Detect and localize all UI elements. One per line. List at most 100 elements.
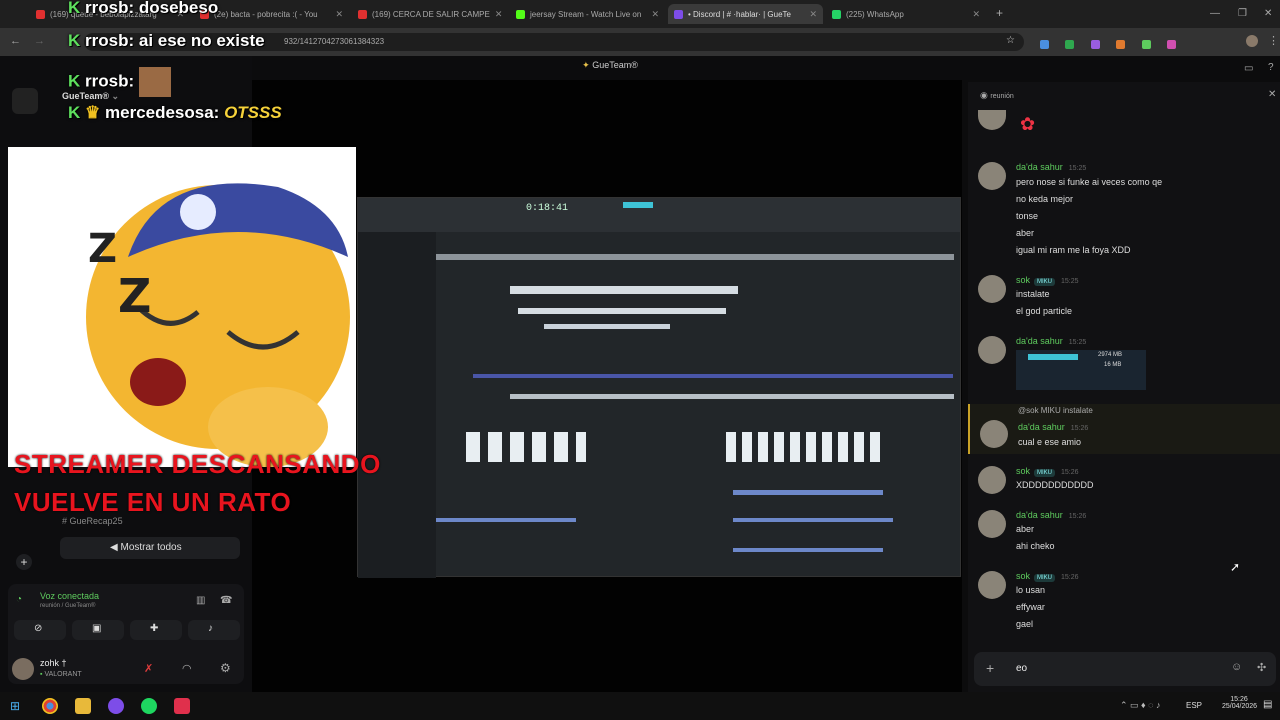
extension-icon[interactable] — [1167, 40, 1177, 49]
user-avatar[interactable] — [12, 658, 34, 680]
emoji-icon[interactable]: ☺ — [1231, 661, 1242, 673]
help-icon[interactable]: ? — [1268, 62, 1274, 73]
show-all-button[interactable]: ◀ Mostrar todos — [60, 537, 240, 559]
windows-start-icon[interactable]: ⊞ — [10, 699, 20, 713]
extension-icon[interactable] — [1090, 40, 1100, 49]
message-author[interactable]: sok MIKU 15:26 — [1016, 571, 1079, 582]
browser-tab[interactable]: (169) CERCA DE SALIR CAMPE ✕ — [352, 4, 507, 24]
message-time: 15:26 — [1068, 513, 1087, 520]
message-author[interactable]: da'da sahur 15:25 — [1016, 162, 1086, 172]
close-chat-icon[interactable]: ✕ — [1268, 89, 1276, 100]
close-tab-icon[interactable]: ✕ — [809, 9, 817, 20]
avatar[interactable] — [978, 336, 1006, 364]
daw-timer: 0:18:41 — [526, 203, 569, 214]
daw-clip — [733, 548, 883, 552]
close-tab-icon[interactable]: ✕ — [335, 9, 343, 20]
reply-reference[interactable]: @sok MIKU instalate — [1018, 406, 1093, 415]
message-author[interactable]: da'da sahur 15:26 — [1016, 510, 1086, 520]
tab-label: jeersay Stream - Watch Live on — [530, 9, 642, 19]
daw-clip — [733, 490, 883, 495]
avatar[interactable] — [978, 466, 1006, 494]
notification-icon[interactable]: ▤ — [1263, 699, 1272, 710]
author-name: sok — [1016, 275, 1031, 285]
clock-time: 15:26 — [1230, 696, 1248, 703]
minimize-icon[interactable]: — — [1210, 8, 1220, 19]
emote-image — [138, 67, 171, 97]
attach-plus-icon[interactable]: + — [986, 660, 994, 676]
role-tag: MIKU — [1034, 469, 1056, 477]
tray-icons[interactable]: ⌃ ▭ ♦ ◌ ♪ — [1120, 700, 1161, 711]
close-window-icon[interactable]: ✕ — [1264, 8, 1272, 19]
headphones-icon[interactable]: ◠ — [182, 662, 192, 675]
bookmark-star-icon[interactable]: ☆ — [1006, 35, 1015, 46]
app-taskbar-icon[interactable] — [174, 698, 190, 714]
apps-icon[interactable]: ✣ — [1257, 661, 1266, 674]
message-author[interactable]: sok MIKU 15:26 — [1016, 466, 1079, 477]
screen-share-view[interactable]: 0:18:41 — [357, 197, 961, 578]
overlay-chat-line: K ♛ mercedesosa: OTSSS — [68, 103, 282, 123]
noise-icon[interactable]: ▥ — [196, 595, 205, 606]
activities-button[interactable]: ✚ — [130, 620, 182, 640]
chat-message: sok MIKU 15:26 lo usan effywar gael — [968, 569, 1280, 637]
sticker-image: ✿ — [1020, 114, 1036, 134]
discord-taskbar-icon[interactable] — [108, 698, 124, 714]
daw-clip-strip — [436, 254, 954, 260]
add-server-icon[interactable]: + — [16, 554, 32, 570]
browser-tab[interactable]: jeersay Stream - Watch Live on ✕ — [510, 4, 665, 24]
language-indicator[interactable]: ESP — [1186, 701, 1202, 710]
settings-gear-icon[interactable]: ⚙ — [220, 661, 231, 675]
daw-clip — [436, 518, 576, 522]
extension-icon[interactable] — [1116, 40, 1126, 49]
extension-icon[interactable] — [1141, 40, 1151, 49]
user-name: zohk † — [40, 658, 67, 668]
avatar[interactable] — [978, 275, 1006, 303]
explorer-taskbar-icon[interactable] — [75, 698, 91, 714]
overlay-chat-line: K rrosb: ai ese no existe — [68, 31, 265, 51]
profile-avatar[interactable] — [1246, 35, 1258, 47]
overlay-emote-text: OTSSS — [224, 103, 282, 122]
browser-tab[interactable]: (225) WhatsApp ✕ — [826, 4, 986, 24]
message-author[interactable]: da'da sahur 15:25 — [1016, 336, 1086, 346]
extension-icon[interactable] — [1040, 40, 1049, 49]
clock[interactable]: 15:26 25/04/2026 — [1222, 696, 1257, 710]
avatar[interactable] — [978, 162, 1006, 190]
tab-label: (225) WhatsApp — [846, 9, 904, 19]
soundboard-button[interactable]: ♪ — [188, 620, 240, 640]
avatar[interactable] — [980, 420, 1008, 448]
extension-icon[interactable] — [1065, 40, 1075, 49]
youtube-icon — [36, 9, 45, 19]
message-input[interactable]: eo — [1016, 663, 1027, 674]
message-author[interactable]: da'da sahur 15:26 — [1018, 422, 1088, 432]
maximize-icon[interactable]: ❐ — [1238, 8, 1247, 19]
spotify-taskbar-icon[interactable] — [141, 698, 157, 714]
daw-clip — [726, 432, 886, 462]
message-text: el god particle — [1016, 306, 1073, 316]
screenshare-button[interactable]: ▣ — [72, 620, 124, 640]
avatar[interactable] — [978, 571, 1006, 599]
close-tab-icon[interactable]: ✕ — [651, 9, 659, 20]
forward-icon[interactable]: → — [34, 35, 45, 47]
kick-icon: K — [68, 0, 81, 17]
svg-text:Z: Z — [118, 269, 151, 323]
new-tab-button[interactable]: + — [996, 6, 1003, 20]
daw-clip — [510, 394, 954, 399]
message-text: pero nose si funke ai veces como qe — [1016, 177, 1163, 187]
inbox-icon[interactable]: ▭ — [1244, 63, 1253, 74]
browser-menu-icon[interactable]: ⋮ — [1268, 34, 1279, 47]
close-tab-icon[interactable]: ✕ — [495, 9, 503, 20]
extensions-area[interactable] — [1040, 36, 1210, 49]
camera-button[interactable]: ⊘ — [14, 620, 66, 640]
chat-message: da'da sahur 15:26 aber ahi cheko — [968, 508, 1280, 560]
overlay-user: rrosb: — [85, 71, 135, 91]
kick-icon: K — [68, 31, 81, 50]
message-author[interactable]: sok MIKU 15:25 — [1016, 275, 1079, 286]
chrome-taskbar-icon[interactable] — [42, 698, 58, 714]
avatar[interactable] — [978, 510, 1006, 538]
mute-icon[interactable]: ✗ — [144, 662, 153, 675]
browser-tab[interactable]: • Discord | # ·hablar· | GueTe ✕ — [668, 4, 823, 24]
back-icon[interactable]: ← — [10, 35, 21, 47]
server-logo[interactable] — [12, 88, 38, 114]
disconnect-icon[interactable]: ☎ — [220, 595, 232, 606]
close-tab-icon[interactable]: ✕ — [972, 9, 980, 20]
image-attachment[interactable]: 2974 MB 16 MB — [1016, 350, 1146, 390]
